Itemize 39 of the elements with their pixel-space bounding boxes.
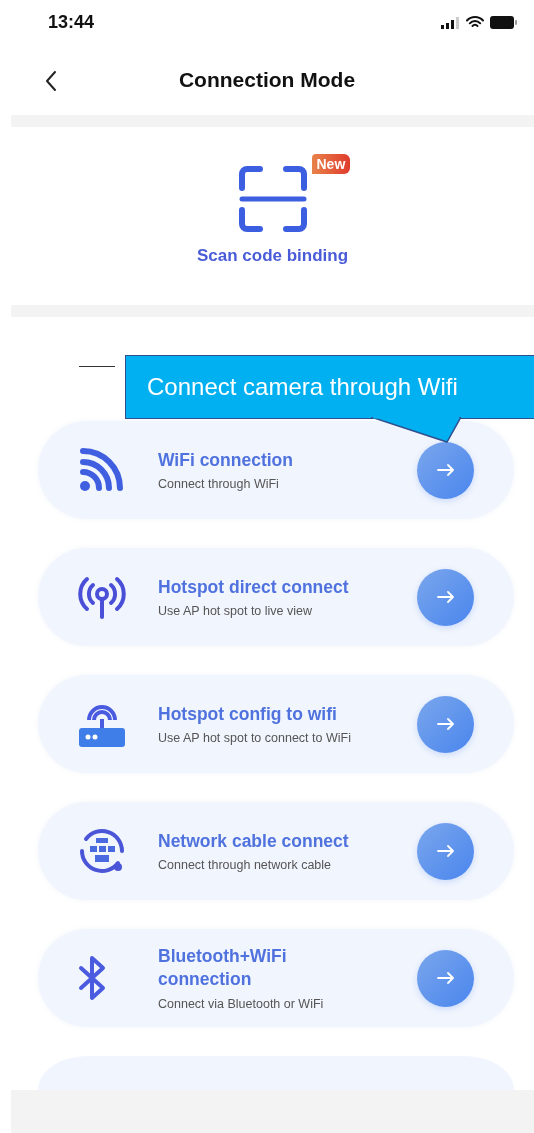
bluetooth-icon xyxy=(78,955,108,1001)
mode-title: Hotspot direct connect xyxy=(158,575,350,599)
mode-title: Network cable connect xyxy=(158,829,350,853)
wifi-icon xyxy=(466,16,484,29)
connection-mode-card[interactable]: Hotspot config to wifi Use AP hot spot to connect to WiFi xyxy=(38,675,514,773)
mode-description: Connect through WiFi xyxy=(158,477,280,492)
arrow-button[interactable] xyxy=(417,822,474,880)
callout-text: Connect camera through Wifi xyxy=(147,373,458,401)
mode-description: Connect through network cable xyxy=(158,858,333,873)
globe-icon xyxy=(78,827,126,875)
arrow-icon xyxy=(436,972,455,984)
scan-icon[interactable] xyxy=(237,166,308,232)
status-time: 13:44 xyxy=(48,12,95,33)
new-badge: New xyxy=(311,154,351,174)
scan-code-link[interactable]: Scan code binding xyxy=(196,246,349,266)
arrow-icon xyxy=(436,591,455,603)
mode-title: WiFi connection xyxy=(158,448,294,472)
arrow-icon xyxy=(436,845,455,857)
mode-title: Hotspot config to wifi xyxy=(158,702,338,726)
battery-icon xyxy=(490,16,518,29)
antenna-icon xyxy=(78,575,126,619)
page-title: Connection Mode xyxy=(178,68,356,92)
arrow-button[interactable] xyxy=(417,695,474,753)
mode-description: Use AP hot spot to connect to WiFi xyxy=(158,731,352,746)
back-icon[interactable] xyxy=(45,70,57,92)
wifi-icon xyxy=(78,447,126,493)
mode-description: Connect via Bluetooth or WiFi xyxy=(158,996,325,1011)
mode-description: Use AP hot spot to live view xyxy=(158,604,314,619)
connection-mode-card[interactable]: Hotspot direct connect Use AP hot spot to live view xyxy=(38,548,514,646)
arrow-button[interactable] xyxy=(417,949,474,1007)
arrow-button[interactable] xyxy=(417,568,474,626)
arrow-button[interactable] xyxy=(417,441,474,499)
connection-mode-card[interactable]: WiFi connection Connect through WiFi xyxy=(38,421,514,519)
signal-icon xyxy=(440,16,460,29)
mode-title: Bluetooth+WiFi connection xyxy=(158,945,288,991)
connection-mode-card[interactable]: Network cable connect Connect through network cable xyxy=(38,802,514,900)
arrow-icon xyxy=(436,464,455,476)
connection-mode-card[interactable]: Bluetooth+WiFi connection Connect via Bluetooth or WiFi xyxy=(38,929,514,1027)
arrow-icon xyxy=(436,718,455,730)
